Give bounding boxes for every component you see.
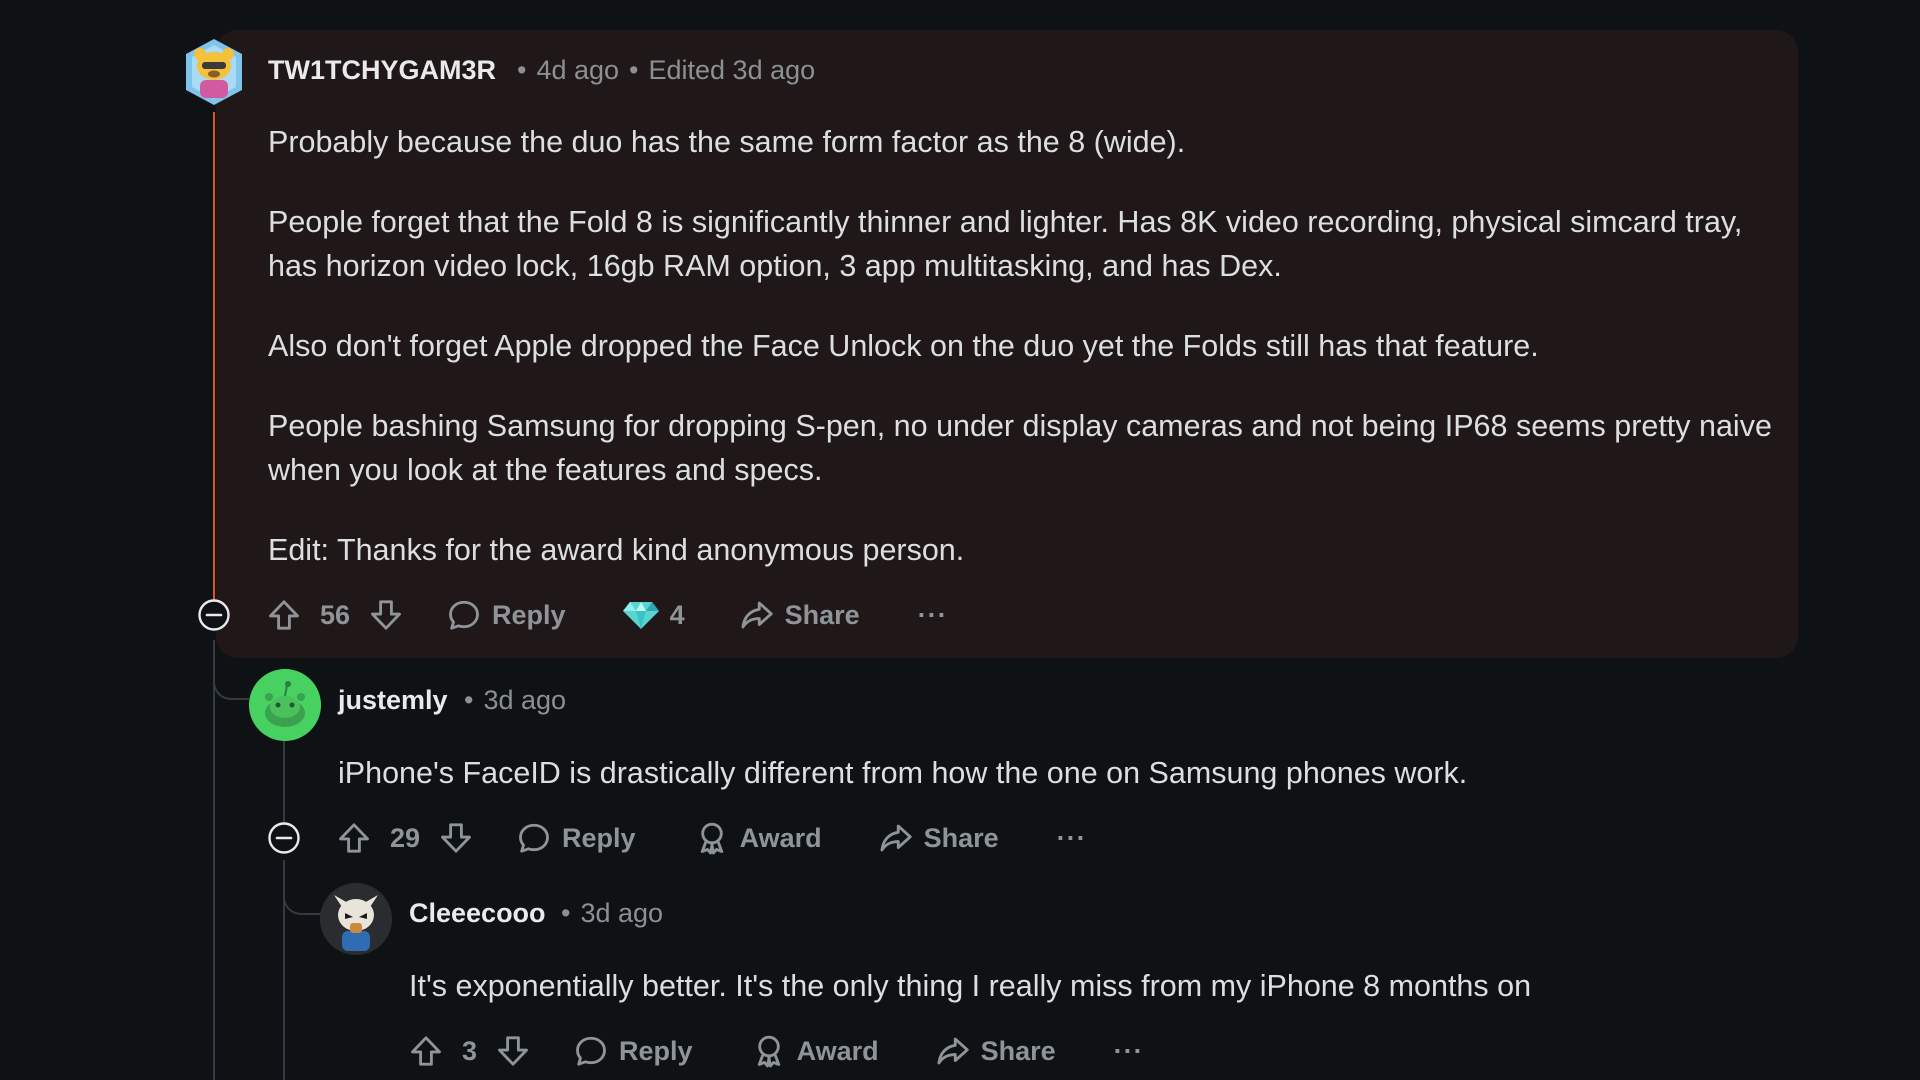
more-options-button[interactable]: ··· [1114,1036,1144,1067]
comment-paragraph: People bashing Samsung for dropping S-pe… [268,409,1772,487]
reply-icon [573,1033,609,1069]
reply-button[interactable]: Reply [446,597,566,633]
diamond-award-icon [622,599,660,631]
downvote-icon[interactable] [495,1033,531,1069]
upvote-icon[interactable] [408,1033,444,1069]
separator-dot: • [464,685,474,715]
award-icon [751,1033,787,1069]
vote-score: 29 [390,822,421,853]
reply-button[interactable]: Reply [516,820,636,856]
comment-actions: 29 Reply Award Share ··· [336,816,1087,860]
reply-label: Reply [619,1035,693,1066]
comment-time: 4d ago [536,55,620,85]
comment-time: 3d ago [580,898,664,928]
avatar[interactable] [249,669,321,741]
reply-label: Reply [492,599,566,630]
reply-label: Reply [562,822,636,853]
award-button[interactable]: 4 [622,599,685,631]
avatar[interactable] [320,883,392,955]
comment-paragraph: iPhone's FaceID is drastically different… [338,756,1468,790]
downvote-icon[interactable] [368,597,404,633]
comment-paragraph: Also don't forget Apple dropped the Face… [268,329,1539,363]
avatar[interactable] [182,36,246,108]
comment-paragraph: People forget that the Fold 8 is signifi… [268,205,1743,283]
comment-paragraph: Edit: Thanks for the award kind anonymou… [268,533,965,567]
award-label: Award [739,822,822,853]
thread-connector [283,875,323,915]
separator-dot: • [561,898,571,928]
separator-dot: • [517,55,527,85]
award-label: Award [796,1035,879,1066]
share-label: Share [784,599,860,630]
share-button[interactable]: Share [878,820,999,856]
share-button[interactable]: Share [935,1033,1056,1069]
comment-meta: • 3d ago [551,898,663,929]
award-button[interactable]: Award [751,1033,879,1069]
comment-time: 3d ago [483,685,567,715]
share-icon [878,820,914,856]
downvote-icon[interactable] [438,820,474,856]
thread-line-active [213,112,215,612]
share-icon [739,597,775,633]
comment-actions: 56 Reply 4 Share ··· [266,593,948,637]
comment-username[interactable]: Cleeecooo [409,898,546,929]
comment-actions: 3 Reply Award Share ··· [408,1029,1144,1073]
comment-username[interactable]: TW1TCHYGAM3R [268,55,496,86]
thread-line [213,640,215,1080]
vote-score: 56 [320,599,351,630]
reply-icon [446,597,482,633]
thread-connector [213,660,249,700]
comment-username[interactable]: justemly [338,685,448,716]
comment-meta: • 3d ago [454,685,566,716]
share-label: Share [923,822,999,853]
comment-meta: • 4d ago • Edited 3d ago [507,55,815,86]
reply-button[interactable]: Reply [573,1033,693,1069]
comment-paragraph: Probably because the duo has the same fo… [268,125,1186,159]
more-options-button[interactable]: ··· [918,600,948,631]
upvote-icon[interactable] [336,820,372,856]
award-icon [694,820,730,856]
comment-edited: Edited 3d ago [648,55,816,85]
more-options-button[interactable]: ··· [1057,823,1087,854]
comment-paragraph: It's exponentially better. It's the only… [409,969,1532,1003]
reply-icon [516,820,552,856]
vote-score: 3 [462,1035,478,1066]
share-button[interactable]: Share [739,597,860,633]
award-count: 4 [669,599,685,630]
share-icon [935,1033,971,1069]
collapse-thread-button[interactable] [267,821,301,855]
upvote-icon[interactable] [266,597,302,633]
share-label: Share [980,1035,1056,1066]
comment-body: Probably because the duo has the same fo… [268,120,1778,608]
separator-dot: • [629,55,639,85]
award-button[interactable]: Award [694,820,822,856]
collapse-thread-button[interactable] [197,598,231,632]
